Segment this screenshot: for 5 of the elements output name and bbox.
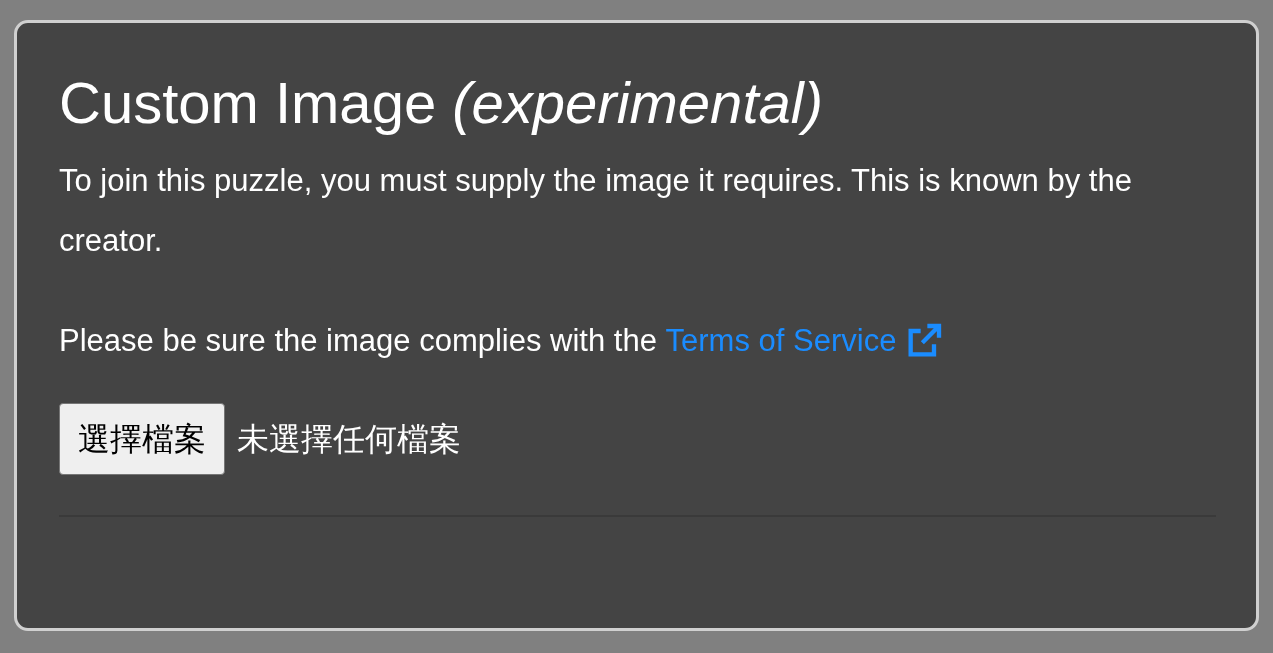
file-status: 未選擇任何檔案: [237, 420, 461, 459]
choose-file-button[interactable]: 選擇檔案: [59, 403, 225, 475]
dialog-title: Custom Image (experimental): [59, 69, 824, 137]
description-text: To join this puzzle, you must supply the image it requires. This is known by the creator.: [59, 162, 1133, 260]
terms-notice: Please be sure the image complies with the Terms of Service: [59, 311, 1216, 371]
